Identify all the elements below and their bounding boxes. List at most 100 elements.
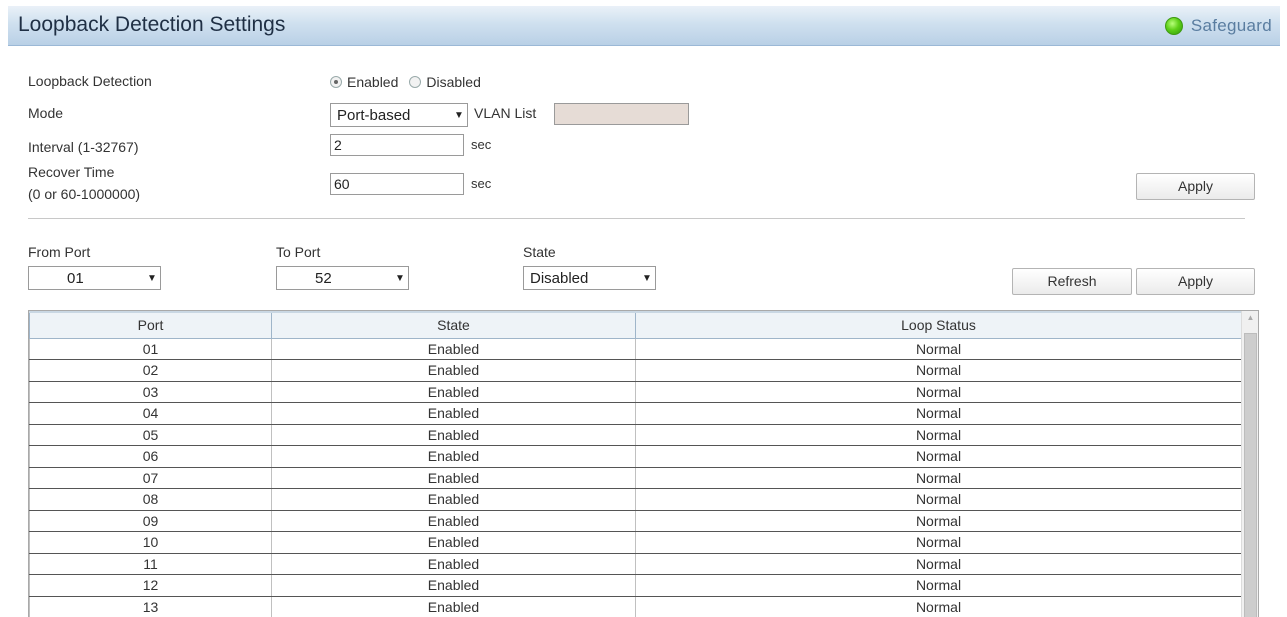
enabled-radio-label: Enabled: [347, 74, 399, 90]
disabled-radio[interactable]: [409, 76, 422, 88]
table-row: 04 Enabled Normal: [29, 402, 1242, 425]
table-row: 03 Enabled Normal: [29, 381, 1242, 403]
cell-loop-status: Normal: [635, 338, 1242, 360]
vlan-list-input[interactable]: [554, 103, 689, 125]
from-port-value: 01: [67, 269, 84, 287]
cell-loop-status: Normal: [635, 381, 1242, 403]
state-select[interactable]: Disabled ▼: [523, 266, 656, 290]
cell-state: Enabled: [271, 531, 636, 554]
recover-time-label: Recover Time: [28, 164, 115, 180]
table-row: 09 Enabled Normal: [29, 510, 1242, 532]
refresh-button[interactable]: Refresh: [1012, 268, 1132, 295]
cell-loop-status: Normal: [635, 510, 1242, 532]
recover-time-unit: sec: [471, 176, 492, 191]
cell-port: 11: [29, 553, 272, 575]
mode-select-value: Port-based: [337, 106, 411, 124]
safeguard-label: Safeguard: [1190, 16, 1272, 35]
cell-state: Enabled: [271, 596, 636, 617]
column-header-port: Port: [29, 311, 272, 339]
cell-port: 06: [29, 445, 272, 468]
cell-port: 01: [29, 338, 272, 360]
column-header-loop-status: Loop Status: [635, 311, 1242, 339]
dropdown-arrow-icon: ▼: [395, 272, 405, 284]
cell-loop-status: Normal: [635, 553, 1242, 575]
table-row: 06 Enabled Normal: [29, 445, 1242, 468]
cell-loop-status: Normal: [635, 445, 1242, 468]
from-port-select[interactable]: 01 ▼: [28, 266, 161, 290]
dropdown-arrow-icon: ▼: [147, 272, 157, 284]
safeguard-status-icon: [1164, 17, 1183, 35]
state-label: State: [523, 244, 556, 260]
cell-state: Enabled: [271, 424, 636, 446]
from-port-label: From Port: [28, 244, 91, 260]
mode-label: Mode: [28, 105, 64, 121]
cell-loop-status: Normal: [635, 531, 1242, 554]
cell-state: Enabled: [271, 359, 636, 382]
scroll-up-arrow-icon[interactable]: ▲: [1242, 313, 1258, 322]
port-status-table: Port State Loop Status 01 Enabled Normal 02…: [28, 310, 1259, 617]
cell-port: 09: [29, 510, 272, 532]
section-divider: [28, 218, 1245, 219]
cell-loop-status: Normal: [635, 402, 1242, 425]
cell-loop-status: Normal: [635, 574, 1242, 597]
table-header-row: Port State Loop Status: [29, 311, 1242, 339]
cell-loop-status: Normal: [635, 596, 1242, 617]
cell-state: Enabled: [271, 381, 636, 403]
cell-state: Enabled: [271, 488, 636, 511]
disabled-radio-label: Disabled: [426, 74, 481, 90]
cell-port: 07: [29, 467, 272, 489]
table-row: 11 Enabled Normal: [29, 553, 1242, 575]
vlan-list-label: VLAN List: [474, 105, 537, 121]
cell-state: Enabled: [271, 574, 636, 597]
table-scrollbar[interactable]: ▲: [1241, 311, 1258, 617]
table-row: 05 Enabled Normal: [29, 424, 1242, 446]
dropdown-arrow-icon: ▼: [642, 272, 652, 284]
cell-state: Enabled: [271, 553, 636, 575]
safeguard-indicator[interactable]: Safeguard: [1164, 15, 1272, 37]
page-title: Loopback Detection Settings: [18, 13, 286, 36]
table-row: 12 Enabled Normal: [29, 574, 1242, 597]
interval-label: Interval (1-32767): [28, 139, 139, 155]
recover-time-input[interactable]: 60: [330, 173, 464, 195]
interval-input[interactable]: 2: [330, 134, 464, 156]
cell-state: Enabled: [271, 467, 636, 489]
to-port-value: 52: [315, 269, 332, 287]
cell-port: 02: [29, 359, 272, 382]
settings-apply-button[interactable]: Apply: [1136, 173, 1255, 200]
to-port-label: To Port: [276, 244, 321, 260]
table-row: 07 Enabled Normal: [29, 467, 1242, 489]
cell-state: Enabled: [271, 338, 636, 360]
cell-port: 13: [29, 596, 272, 617]
port-apply-button[interactable]: Apply: [1136, 268, 1255, 295]
table-row: 13 Enabled Normal: [29, 596, 1242, 617]
cell-port: 08: [29, 488, 272, 511]
cell-state: Enabled: [271, 445, 636, 468]
loopback-detection-label: Loopback Detection: [28, 73, 152, 89]
cell-port: 03: [29, 381, 272, 403]
to-port-select[interactable]: 52 ▼: [276, 266, 409, 290]
dropdown-arrow-icon: ▼: [454, 109, 464, 121]
cell-port: 04: [29, 402, 272, 425]
recover-time-range-label: (0 or 60-1000000): [28, 186, 141, 202]
cell-loop-status: Normal: [635, 467, 1242, 489]
table-row: 02 Enabled Normal: [29, 359, 1242, 382]
title-bar: Loopback Detection Settings Safeguard: [8, 6, 1280, 46]
cell-loop-status: Normal: [635, 488, 1242, 511]
mode-select[interactable]: Port-based ▼: [330, 103, 468, 127]
state-select-value: Disabled: [530, 269, 589, 287]
cell-state: Enabled: [271, 510, 636, 532]
cell-port: 10: [29, 531, 272, 554]
enabled-radio[interactable]: [330, 76, 342, 88]
table-row: 10 Enabled Normal: [29, 531, 1242, 554]
cell-port: 12: [29, 574, 272, 597]
table-row: 01 Enabled Normal: [29, 338, 1242, 360]
cell-loop-status: Normal: [635, 424, 1242, 446]
cell-state: Enabled: [271, 402, 636, 425]
interval-unit: sec: [471, 137, 492, 152]
table-row: 08 Enabled Normal: [29, 488, 1242, 511]
loopback-radio-group: Enabled Disabled: [330, 74, 481, 90]
cell-loop-status: Normal: [635, 359, 1242, 382]
scrollbar-thumb[interactable]: [1244, 333, 1257, 617]
column-header-state: State: [271, 311, 636, 339]
cell-port: 05: [29, 424, 272, 446]
